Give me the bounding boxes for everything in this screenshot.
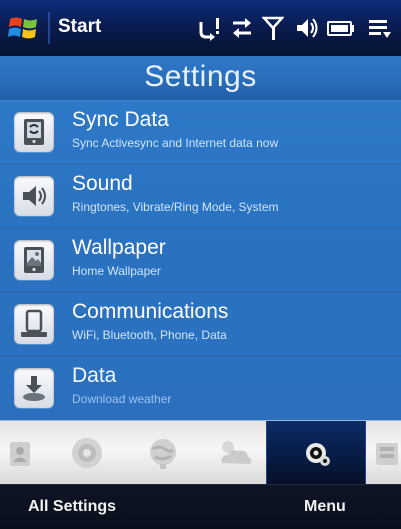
settings-item-subtitle: Sync Activesync and Internet data now (72, 136, 279, 150)
settings-item-wallpaper[interactable]: Wallpaper Home Wallpaper (0, 228, 401, 293)
tab-messaging[interactable] (52, 421, 122, 485)
status-bar: Start (0, 0, 401, 56)
weather-tab-icon (221, 441, 252, 464)
tab-weather[interactable] (204, 421, 264, 485)
sync-alert-icon[interactable] (196, 14, 222, 42)
data-connection-icon[interactable] (230, 14, 254, 42)
signal-strength-icon[interactable] (262, 14, 284, 42)
windows-flag-icon[interactable] (6, 10, 42, 46)
messaging-tab-icon (72, 438, 102, 468)
tab-internet[interactable] (128, 421, 198, 485)
start-button[interactable]: Start (58, 16, 101, 38)
settings-item-subtitle: Download weather (72, 392, 172, 406)
contacts-tab-icon (10, 442, 30, 466)
page-title: Settings (144, 60, 257, 93)
tab-settings[interactable] (266, 421, 366, 485)
menu-softkey[interactable]: Menu (304, 498, 346, 516)
settings-item-title: Wallpaper (72, 236, 166, 259)
settings-item-title: Data (72, 364, 117, 387)
tab-music[interactable] (368, 421, 401, 485)
settings-item-communications[interactable]: Communications WiFi, Bluetooth, Phone, D… (0, 292, 401, 357)
settings-item-title: Sound (72, 172, 133, 195)
settings-item-title: Communications (72, 300, 229, 323)
volume-icon[interactable] (294, 14, 320, 42)
home-tab-strip (0, 420, 401, 485)
sync-data-icon (14, 112, 54, 152)
all-settings-softkey[interactable]: All Settings (28, 498, 116, 516)
communications-icon (14, 304, 54, 344)
settings-tab-icon (306, 443, 330, 466)
speaker-icon (14, 176, 54, 216)
internet-tab-icon (150, 439, 176, 469)
music-tab-icon (375, 443, 398, 465)
softkey-bar: All Settings Menu (0, 484, 401, 529)
settings-item-title: Sync Data (72, 108, 169, 131)
settings-item-sync-data[interactable]: Sync Data Sync Activesync and Internet d… (0, 100, 401, 165)
tab-contacts[interactable] (0, 421, 44, 485)
connections-menu-icon[interactable] (366, 14, 392, 42)
settings-item-sound[interactable]: Sound Ringtones, Vibrate/Ring Mode, Syst… (0, 164, 401, 229)
settings-item-subtitle: Home Wallpaper (72, 264, 161, 278)
wallpaper-icon (14, 240, 54, 280)
phone-screen: Start Settings Sync Data Sync Activesync… (0, 0, 401, 529)
data-download-icon (14, 368, 54, 408)
settings-item-data[interactable]: Data Download weather (0, 356, 401, 421)
start-separator (48, 12, 50, 44)
settings-list: Sync Data Sync Activesync and Internet d… (0, 100, 401, 421)
title-bar: Settings (0, 56, 401, 101)
settings-item-subtitle: Ringtones, Vibrate/Ring Mode, System (72, 200, 279, 214)
settings-item-subtitle: WiFi, Bluetooth, Phone, Data (72, 328, 227, 342)
battery-icon[interactable] (326, 14, 356, 42)
